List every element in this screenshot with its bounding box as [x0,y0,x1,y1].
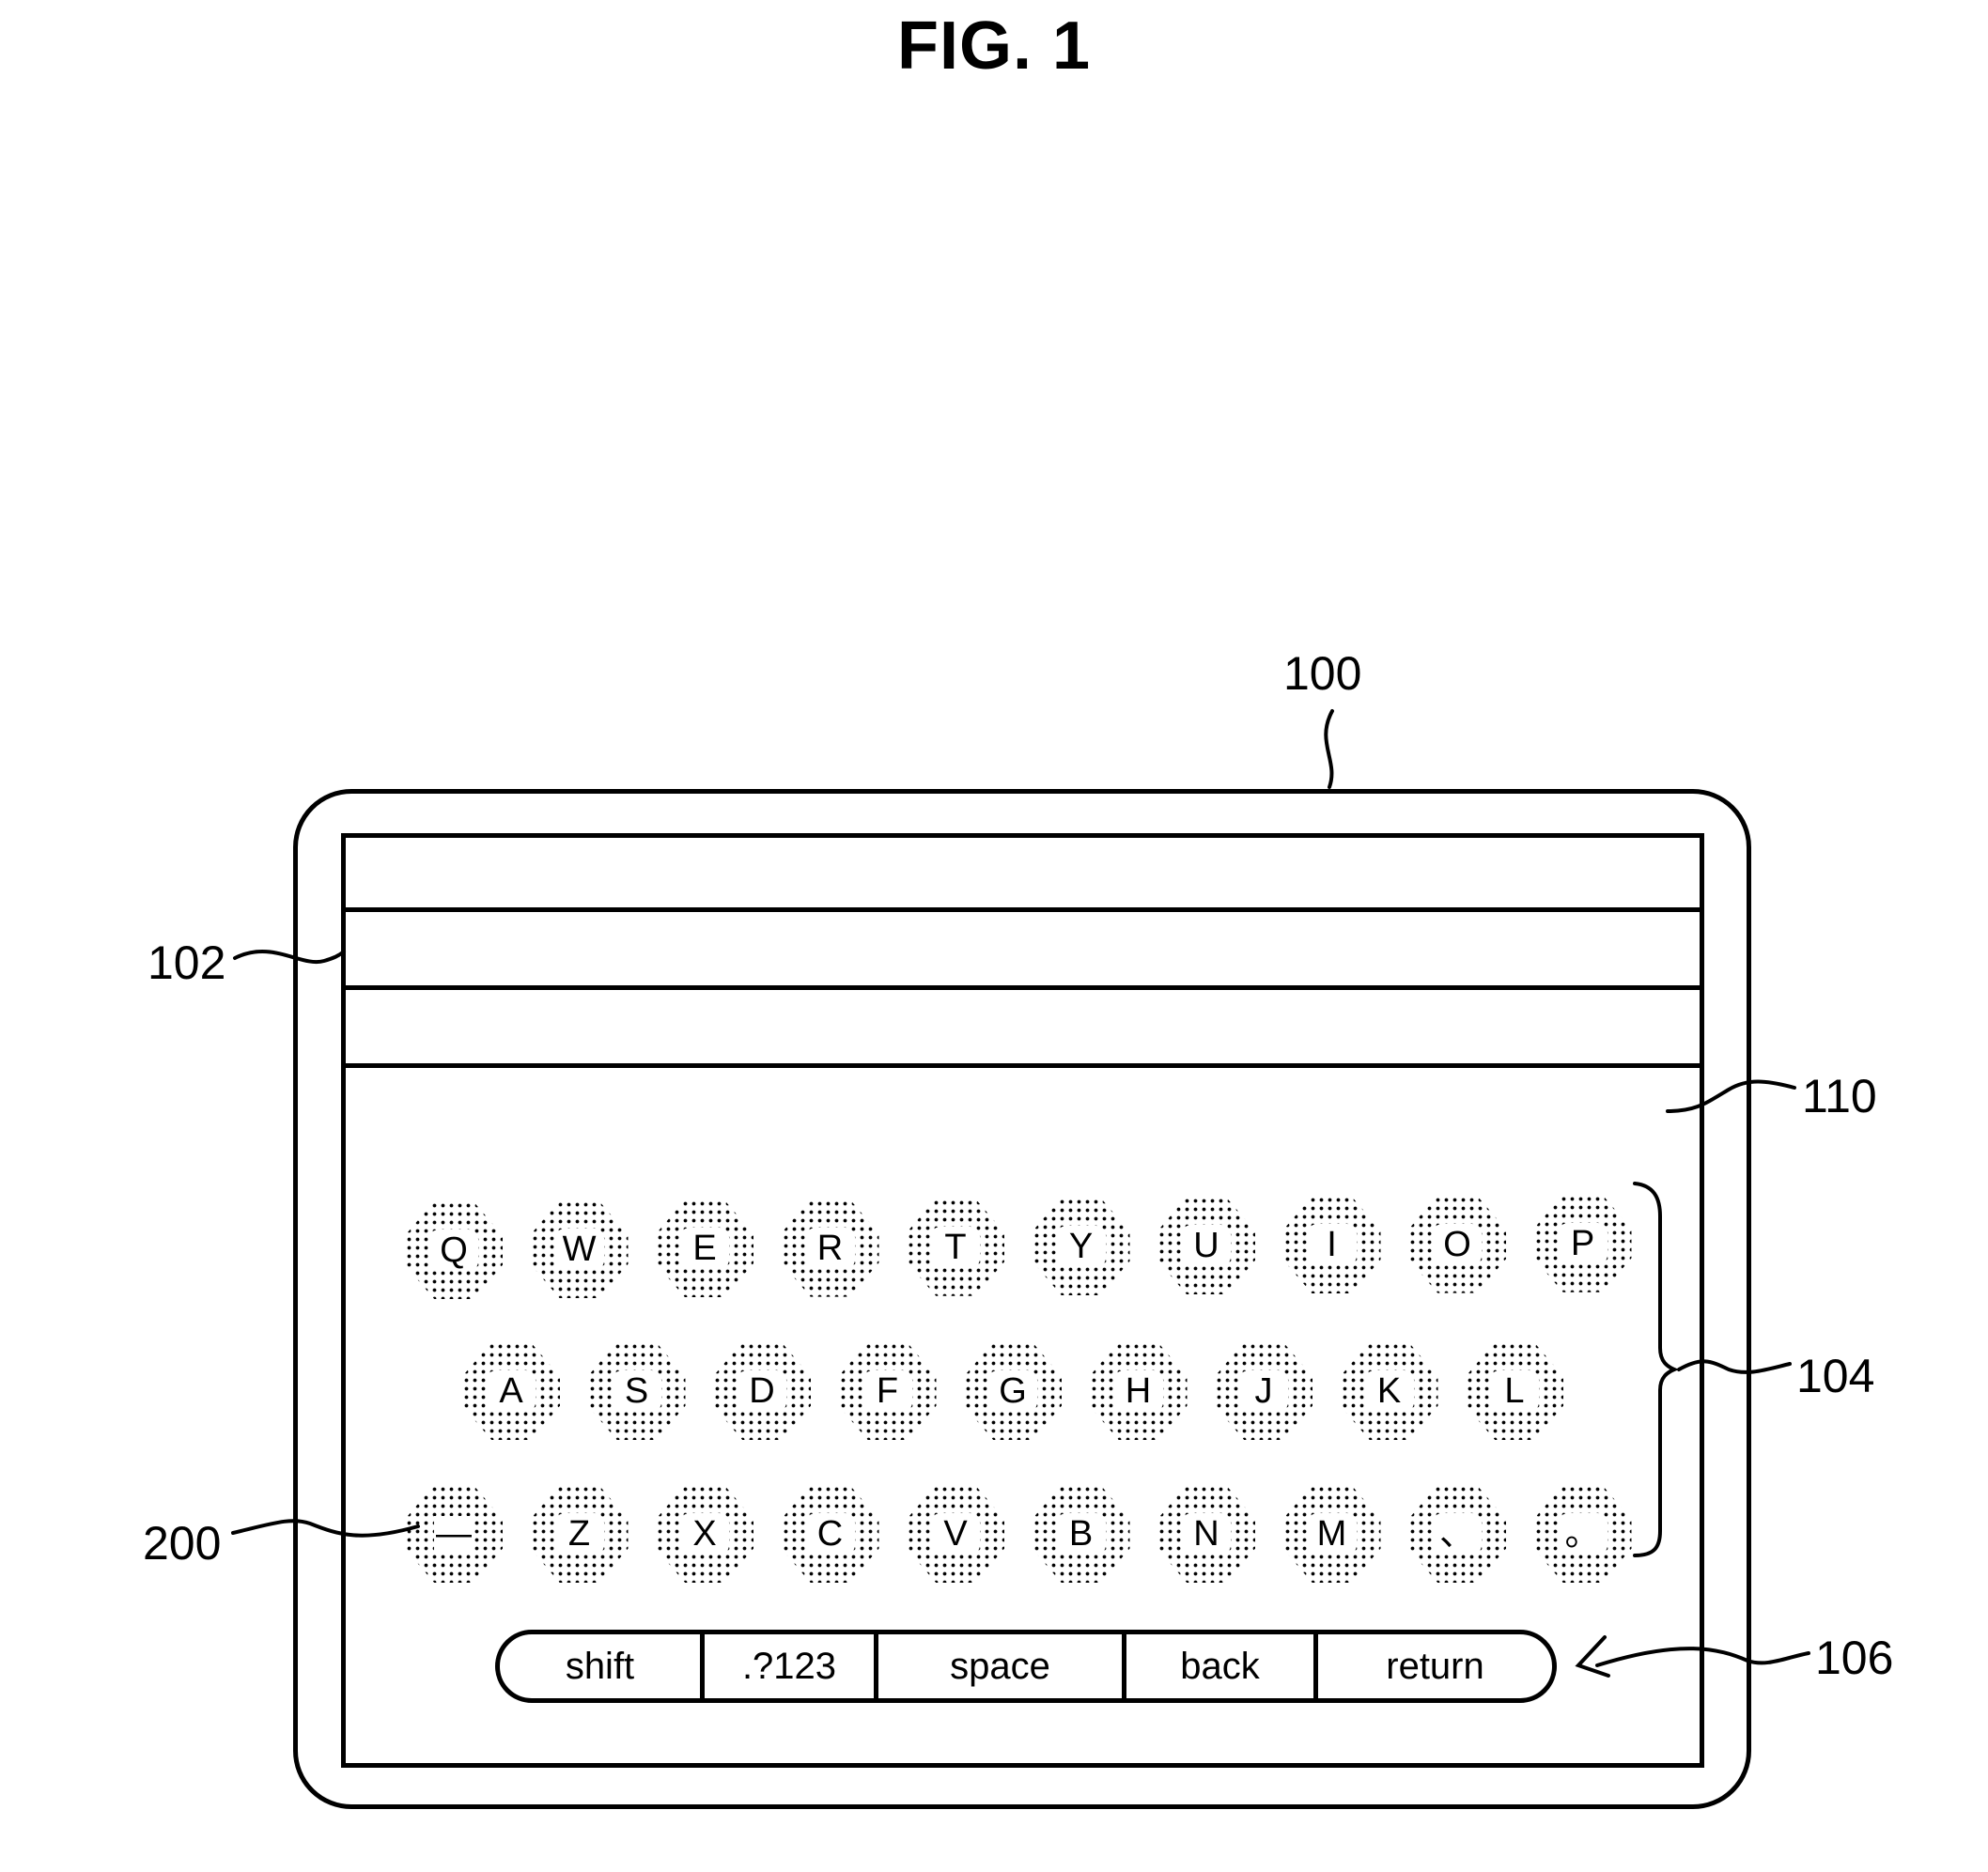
leader-keyboard [1677,1359,1792,1374]
arrow-head [1575,1635,1610,1678]
leader-lines [231,709,1810,1678]
leader-screen [1666,1079,1796,1113]
leader-key [231,1519,420,1538]
leader-function-bar [1595,1647,1810,1667]
leader-display-area [233,950,346,965]
leader-device [1324,709,1334,789]
keyboard-bracket [1633,1182,1680,1557]
